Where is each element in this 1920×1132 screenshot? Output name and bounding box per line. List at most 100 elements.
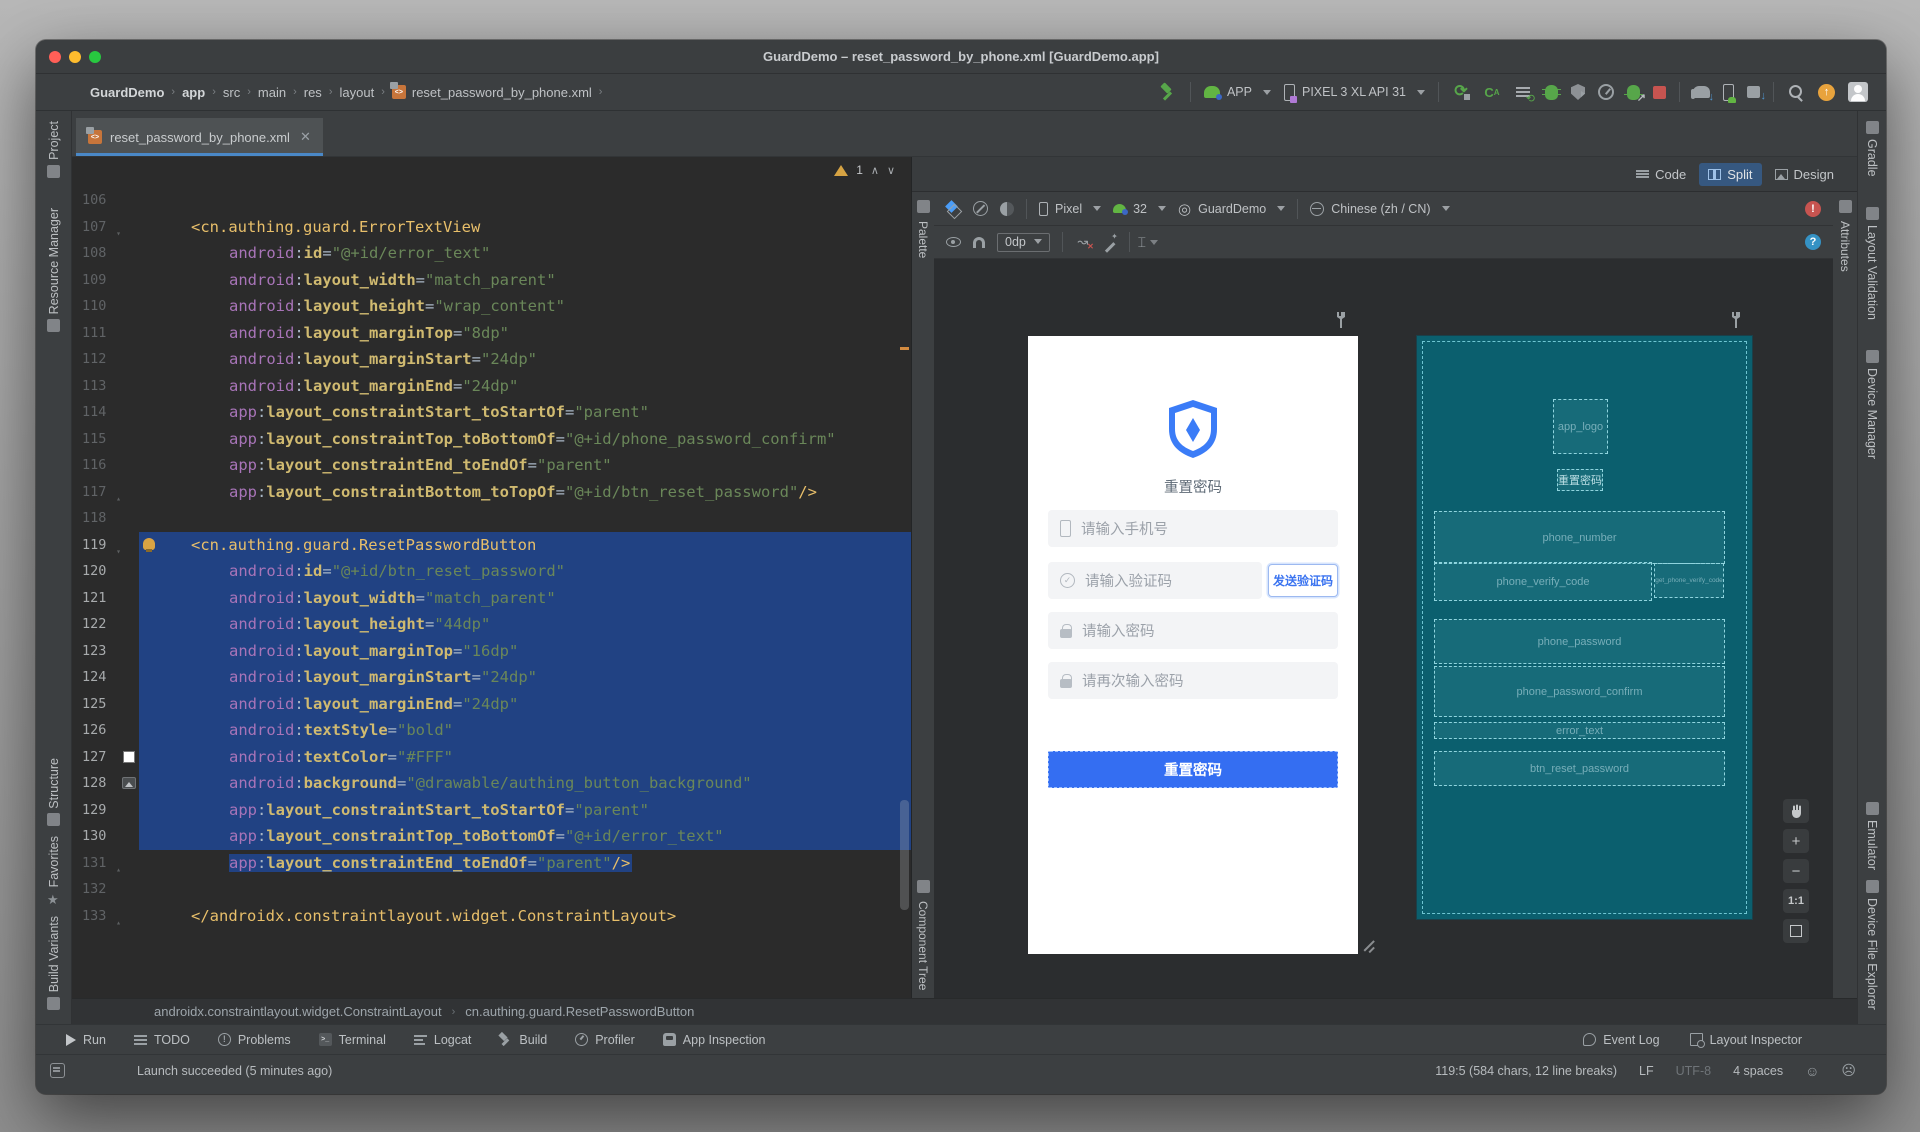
blueprint-box-phone_password_confirm[interactable]: phone_password_confirm [1434, 666, 1725, 717]
tool-window-button-layout-inspector[interactable]: Layout Inspector [1689, 1033, 1802, 1048]
code-line[interactable]: android:layout_height="44dp" [139, 611, 911, 638]
code-line[interactable]: android:layout_width="match_parent" [139, 584, 911, 611]
next-issue-icon[interactable]: ∨ [887, 164, 895, 177]
view-options-eye-icon[interactable] [946, 237, 961, 247]
apply-code-changes-button[interactable]: CA [1483, 83, 1501, 101]
breadcrumb-item[interactable]: res [304, 85, 322, 100]
code-area[interactable]: <cn.authing.guard.ErrorTextView android:i… [139, 157, 911, 998]
blueprint-box-title[interactable]: 重置密码 [1557, 469, 1603, 491]
sidebar-item-structure[interactable]: Structure [47, 758, 61, 827]
preview-title[interactable]: 重置密码 [1028, 476, 1358, 497]
device-in-preview-select[interactable]: Pixel [1039, 201, 1102, 216]
minimize-window-button[interactable] [69, 51, 81, 63]
search-everywhere-button[interactable] [1787, 83, 1805, 101]
tool-windows-icon[interactable] [50, 1063, 65, 1078]
code-line[interactable]: </androidx.constraintlayout.widget.Const… [139, 903, 911, 930]
tool-window-button-event-log[interactable]: Event Log [1583, 1033, 1660, 1047]
locale-select[interactable]: Chinese (zh / CN) [1310, 201, 1450, 216]
indent-indicator[interactable]: 4 spaces [1733, 1064, 1783, 1078]
preview-input-field[interactable]: 请输入密码 [1048, 612, 1338, 649]
blueprint-box-phone_password[interactable]: phone_password [1434, 619, 1725, 664]
build-icon[interactable] [1159, 83, 1177, 101]
blueprint-box-btn_reset_password[interactable]: btn_reset_password [1434, 751, 1725, 786]
attributes-tab[interactable]: Attributes [1838, 221, 1852, 272]
tool-window-button-logcat[interactable]: Logcat [413, 1033, 471, 1047]
preview-screen[interactable]: 重置密码 请输入手机号 ✓ 请输入验证码 请输入密码 请再次输入密码 发送验证码 重置密… [1028, 336, 1358, 954]
code-line[interactable]: android:textColor="#FFF" [139, 743, 911, 770]
sidebar-item-emulator[interactable]: Emulator [1865, 802, 1879, 870]
component-tree-tab[interactable]: Component Tree [916, 901, 930, 990]
pan-hand-button[interactable] [1783, 799, 1809, 823]
code-line[interactable]: android:layout_marginEnd="24dp" [139, 373, 911, 400]
guidelines-icon[interactable]: ⌶ [1138, 234, 1159, 250]
device-select[interactable]: PIXEL 3 XL API 31 [1283, 83, 1425, 103]
code-line[interactable]: <cn.authing.guard.ResetPasswordButton [139, 531, 911, 558]
preview-input-field[interactable]: 请再次输入密码 [1048, 662, 1338, 699]
code-line[interactable]: android:layout_height="wrap_content" [139, 293, 911, 320]
breadcrumb-item[interactable]: src [223, 85, 240, 100]
code-line[interactable]: app:layout_constraintTop_toBottomOf="@+i… [139, 426, 911, 453]
code-line[interactable]: app:layout_constraintStart_toStartOf="pa… [139, 796, 911, 823]
profile-avatar[interactable] [1848, 82, 1868, 102]
update-available-button[interactable]: ↑ [1818, 83, 1835, 101]
zoom-to-fit-button[interactable] [1783, 919, 1809, 943]
sidebar-item-gradle[interactable]: Gradle [1865, 121, 1879, 177]
code-line[interactable]: android:layout_marginTop="16dp" [139, 637, 911, 664]
zoom-window-button[interactable] [89, 51, 101, 63]
sidebar-item-favorites[interactable]: Favorites ★ [47, 836, 61, 905]
close-icon[interactable]: ✕ [300, 129, 311, 145]
code-line[interactable]: android:layout_marginStart="24dp" [139, 346, 911, 373]
profiler-button[interactable] [1598, 84, 1614, 100]
blueprint-box-error_text[interactable]: error_text [1434, 722, 1725, 739]
xml-breadcrumb-item[interactable]: androidx.constraintlayout.widget.Constra… [154, 1004, 442, 1019]
zoom-ratio-button[interactable]: 1:1 [1783, 889, 1809, 913]
gradle-sync-button[interactable] [1691, 86, 1714, 103]
xml-breadcrumb-item[interactable]: cn.authing.guard.ResetPasswordButton [465, 1004, 694, 1019]
code-line[interactable]: app:layout_constraintBottom_toTopOf="@+i… [139, 479, 911, 506]
sidebar-item-layout-validation[interactable]: Layout Validation [1865, 206, 1879, 320]
code-line[interactable]: android:textStyle="bold" [139, 717, 911, 744]
close-window-button[interactable] [49, 51, 61, 63]
intention-bulb-icon[interactable] [143, 537, 155, 552]
code-line[interactable]: android:id="@+id/error_text" [139, 240, 911, 267]
breadcrumb-item[interactable]: <> reset_password_by_phone.xml [389, 82, 592, 100]
tab-reset-password-by-phone[interactable]: <> reset_password_by_phone.xml ✕ [76, 118, 323, 156]
zoom-out-button[interactable]: − [1783, 859, 1809, 883]
code-line[interactable]: android:id="@+id/btn_reset_password" [139, 558, 911, 585]
help-badge[interactable]: ? [1805, 234, 1821, 250]
sidebar-item-device-manager[interactable]: Device Manager [1865, 349, 1879, 459]
debug-button[interactable] [1542, 84, 1561, 100]
render-errors-badge[interactable]: ! [1805, 200, 1821, 217]
default-margin-select[interactable]: 0dp [997, 232, 1050, 252]
breadcrumb-item[interactable]: app [182, 85, 205, 100]
code-line[interactable]: app:layout_constraintStart_toStartOf="pa… [139, 399, 911, 426]
api-level-select[interactable]: 32 [1113, 202, 1166, 216]
feedback-sad-icon[interactable]: ☹ [1841, 1062, 1856, 1079]
blueprint-box-get_phone_verify_code[interactable]: get_phone_verify_code [1654, 563, 1724, 598]
blueprint-box-phone_verify_code[interactable]: phone_verify_code [1434, 562, 1652, 601]
resize-handle[interactable] [1362, 937, 1378, 953]
run-configuration-select[interactable]: APP [1203, 85, 1271, 100]
sidebar-item-resource-manager[interactable]: Resource Manager [47, 208, 61, 333]
tool-window-button-app-inspection[interactable]: App Inspection [662, 1033, 766, 1047]
reset-password-button[interactable]: 重置密码 [1048, 751, 1338, 788]
night-mode-icon[interactable] [1000, 201, 1014, 216]
code-editor[interactable]: 106 107 ▾ 108 109 110 111 112 113 114 115 116 117 ▴ 11… [72, 157, 911, 998]
palette-tab[interactable]: Palette [916, 221, 930, 258]
retry-debug-button[interactable]: ↗ [1624, 84, 1646, 104]
code-line[interactable]: android:background="@drawable/authing_bu… [139, 770, 911, 797]
mode-split-button[interactable]: Split [1699, 162, 1762, 186]
breadcrumb-item[interactable]: main [258, 85, 286, 100]
caret-position[interactable]: 119:5 (584 chars, 12 line breaks) [1435, 1064, 1617, 1078]
code-line[interactable]: android:layout_marginTop="8dp" [139, 320, 911, 347]
stop-button[interactable] [1653, 85, 1666, 99]
prev-issue-icon[interactable]: ∧ [871, 164, 879, 177]
send-code-button[interactable]: 发送验证码 [1268, 564, 1338, 597]
code-line[interactable]: android:layout_width="match_parent" [139, 267, 911, 294]
scrollbar-thumb[interactable] [900, 800, 909, 910]
encoding-indicator[interactable]: UTF-8 [1676, 1064, 1711, 1078]
blueprint-box-phone_number[interactable]: phone_number [1434, 511, 1725, 564]
fold-marker-icon[interactable]: ▴ [116, 910, 121, 937]
inspection-widget[interactable]: 1 ∧ ∨ [834, 163, 895, 177]
tool-window-button-terminal[interactable]: >_ Terminal [318, 1033, 386, 1047]
